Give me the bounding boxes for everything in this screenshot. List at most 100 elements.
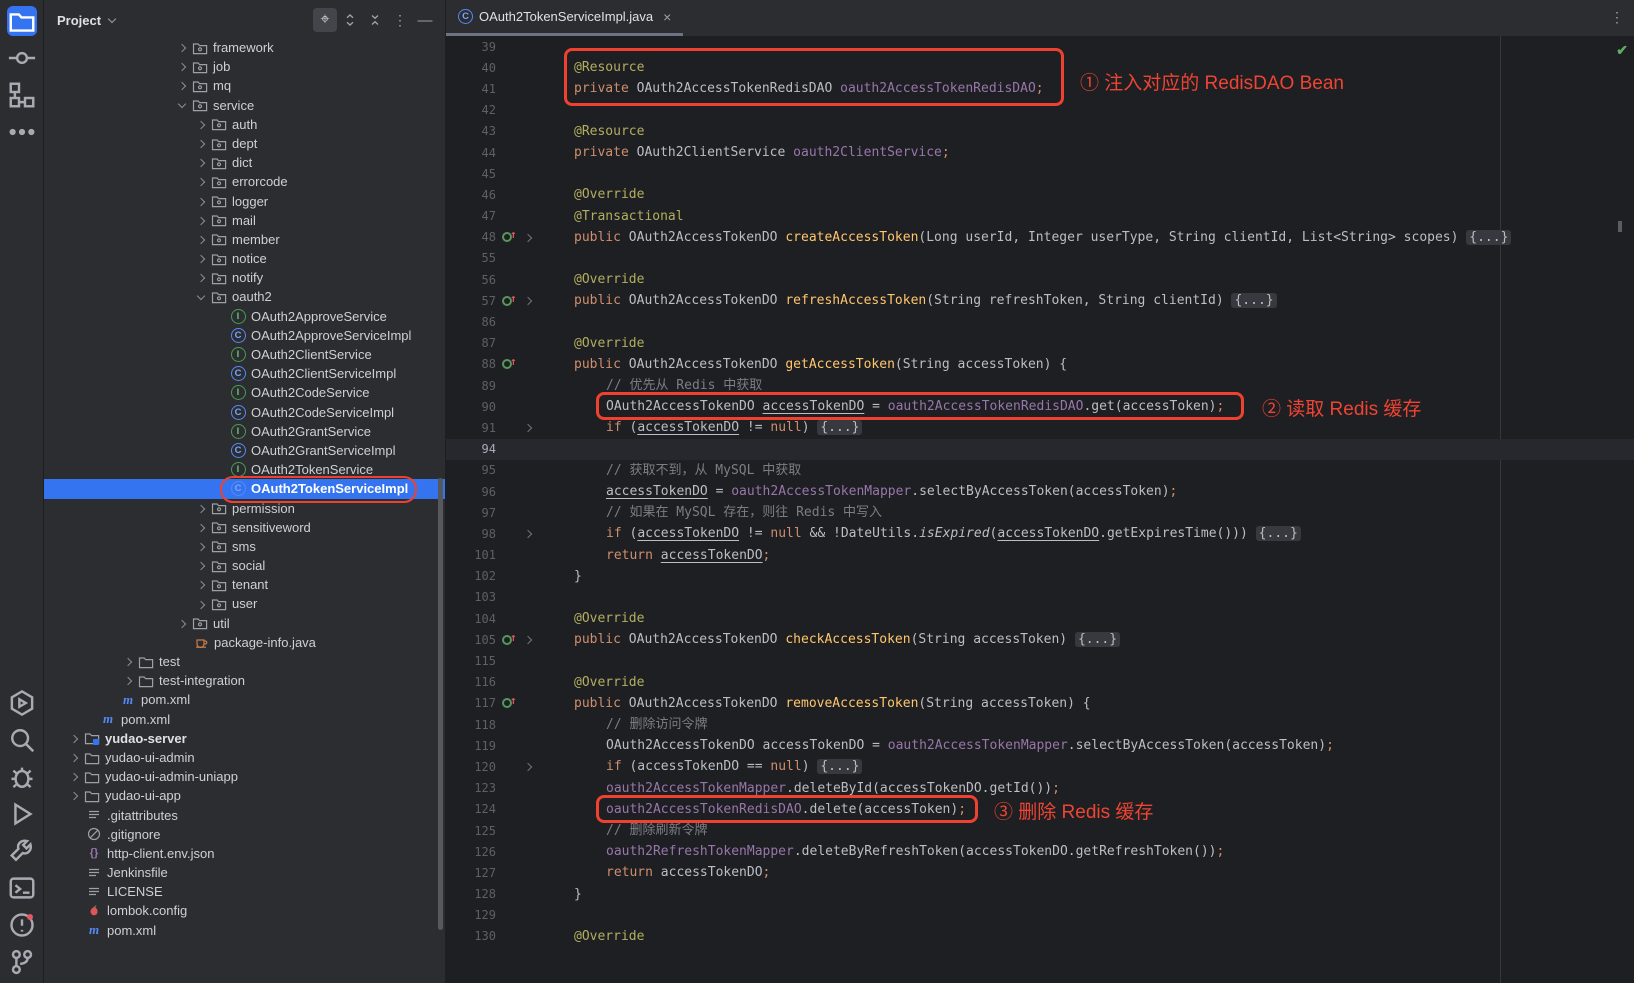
overrides-method-icon[interactable]: ↑ [502,231,518,243]
chevron-right-icon[interactable] [174,615,192,631]
chevron-right-icon[interactable] [193,270,211,286]
chevron-right-icon[interactable] [120,673,138,689]
overrides-method-icon[interactable]: ↑ [502,358,518,370]
chevron-right-icon[interactable] [193,136,211,152]
code-line-90[interactable]: 90OAuth2AccessTokenDO accessTokenDO = oa… [446,396,1634,417]
tree-item-notify[interactable]: notify [44,268,445,287]
code-line-96[interactable]: 96accessTokenDO = oauth2AccessTokenMappe… [446,481,1634,502]
fold-expand-icon[interactable] [524,420,534,434]
code-line-55[interactable]: 55 [446,248,1634,269]
search-tool-button[interactable] [7,725,37,755]
code-line-94[interactable]: 94 [446,439,1634,460]
terminal-tool-button[interactable] [7,873,37,903]
code-line-47[interactable]: 47@Transactional [446,206,1634,227]
chevron-right-icon[interactable] [66,750,84,766]
chevron-right-icon[interactable] [193,558,211,574]
project-tool-button[interactable] [7,6,37,36]
code-line-101[interactable]: 101return accessTokenDO; [446,545,1634,566]
code-line-41[interactable]: 41private OAuth2AccessTokenRedisDAO oaut… [446,78,1634,99]
tree-item-dept[interactable]: dept [44,134,445,153]
tree-scrollbar[interactable] [438,478,443,930]
code-line-39[interactable]: 39 [446,36,1634,57]
fold-expand-icon[interactable] [524,293,534,307]
code-line-117[interactable]: 117↑public OAuth2AccessTokenDO removeAcc… [446,693,1634,714]
code-line-105[interactable]: 105↑public OAuth2AccessTokenDO checkAcce… [446,629,1634,650]
chevron-right-icon[interactable] [193,500,211,516]
tree-item-yudao-ui-app[interactable]: yudao-ui-app [44,786,445,805]
tree-item-yudao-ui-admin[interactable]: yudao-ui-admin [44,748,445,767]
code-line-97[interactable]: 97// 如果在 MySQL 存在，则往 Redis 中写入 [446,502,1634,523]
tab-options-icon[interactable]: ⋮ [1610,9,1624,26]
tree-item-oauth2grantservice[interactable]: IOAuth2GrantService [44,422,445,441]
code-line-57[interactable]: 57↑public OAuth2AccessTokenDO refreshAcc… [446,290,1634,311]
tree-item-oauth2grantserviceimpl[interactable]: COAuth2GrantServiceImpl [44,441,445,460]
tree-item-user[interactable]: user [44,594,445,613]
overrides-method-icon[interactable]: ↑ [502,295,518,307]
chevron-down-icon[interactable] [174,97,192,113]
code-line-120[interactable]: 120if (accessTokenDO == null) {...} [446,756,1634,777]
tree-item-test[interactable]: test [44,652,445,671]
code-line-129[interactable]: 129 [446,905,1634,926]
chevron-right-icon[interactable] [66,788,84,804]
chevron-right-icon[interactable] [174,78,192,94]
code-line-44[interactable]: 44private OAuth2ClientService oauth2Clie… [446,142,1634,163]
tree-item--gitignore[interactable]: .gitignore [44,825,445,844]
code-line-127[interactable]: 127return accessTokenDO; [446,862,1634,883]
fold-expand-icon[interactable] [524,632,534,646]
folded-code-chip[interactable]: {...} [817,759,862,774]
editor-scrollbar-mark[interactable] [1618,221,1622,232]
chevron-right-icon[interactable] [174,40,192,56]
tree-item-oauth2approveserviceimpl[interactable]: COAuth2ApproveServiceImpl [44,326,445,345]
chevron-right-icon[interactable] [193,538,211,554]
tree-item-yudao-ui-admin-uniapp[interactable]: yudao-ui-admin-uniapp [44,767,445,786]
tree-item-util[interactable]: util [44,614,445,633]
code-line-86[interactable]: 86 [446,311,1634,332]
chevron-right-icon[interactable] [193,577,211,593]
tree-item-framework[interactable]: framework [44,38,445,57]
code-line-116[interactable]: 116@Override [446,672,1634,693]
code-line-126[interactable]: 126oauth2RefreshTokenMapper.deleteByRefr… [446,841,1634,862]
chevron-right-icon[interactable] [193,155,211,171]
code-line-42[interactable]: 42 [446,100,1634,121]
code-line-128[interactable]: 128} [446,884,1634,905]
chevron-right-icon[interactable] [193,193,211,209]
fold-expand-icon[interactable] [524,759,534,773]
tree-item-sensitiveword[interactable]: sensitiveword [44,518,445,537]
chevron-right-icon[interactable] [193,519,211,535]
tree-item-test-integration[interactable]: test-integration [44,671,445,690]
tree-item-jenkinsfile[interactable]: Jenkinsfile [44,863,445,882]
fold-expand-icon[interactable] [524,230,534,244]
chevron-down-icon[interactable] [105,13,119,27]
code-line-88[interactable]: 88↑public OAuth2AccessTokenDO getAccessT… [446,354,1634,375]
tree-item-oauth2[interactable]: oauth2 [44,287,445,306]
chevron-right-icon[interactable] [193,596,211,612]
folded-code-chip[interactable]: {...} [1075,632,1120,647]
tree-item-yudao-server[interactable]: yudao-server [44,729,445,748]
code-line-115[interactable]: 115 [446,650,1634,671]
tree-item-errorcode[interactable]: errorcode [44,172,445,191]
code-line-89[interactable]: 89// 优先从 Redis 中获取 [446,375,1634,396]
project-panel-title[interactable]: Project [57,13,101,28]
tree-item-mq[interactable]: mq [44,76,445,95]
tree-item-oauth2codeserviceimpl[interactable]: COAuth2CodeServiceImpl [44,403,445,422]
folded-code-chip[interactable]: {...} [817,420,862,435]
chevron-right-icon[interactable] [193,231,211,247]
tree-item-job[interactable]: job [44,57,445,76]
close-icon[interactable]: × [663,9,671,25]
tree-item-service[interactable]: service [44,96,445,115]
tree-item-pom-xml[interactable]: mpom.xml [44,921,445,940]
chevron-right-icon[interactable] [193,174,211,190]
code-line-119[interactable]: 119OAuth2AccessTokenDO accessTokenDO = o… [446,735,1634,756]
collapse-all-button[interactable] [363,8,387,32]
tree-item-permission[interactable]: permission [44,499,445,518]
tree-item--gitattributes[interactable]: .gitattributes [44,806,445,825]
code-line-118[interactable]: 118// 删除访问令牌 [446,714,1634,735]
code-line-95[interactable]: 95// 获取不到，从 MySQL 中获取 [446,460,1634,481]
tree-item-pom-xml[interactable]: mpom.xml [44,690,445,709]
code-line-48[interactable]: 48↑public OAuth2AccessTokenDO createAcce… [446,227,1634,248]
tree-item-member[interactable]: member [44,230,445,249]
folded-code-chip[interactable]: {...} [1256,526,1301,541]
chevron-down-icon[interactable] [193,289,211,305]
services-tool-button[interactable] [7,688,37,718]
tree-item-oauth2codeservice[interactable]: IOAuth2CodeService [44,383,445,402]
